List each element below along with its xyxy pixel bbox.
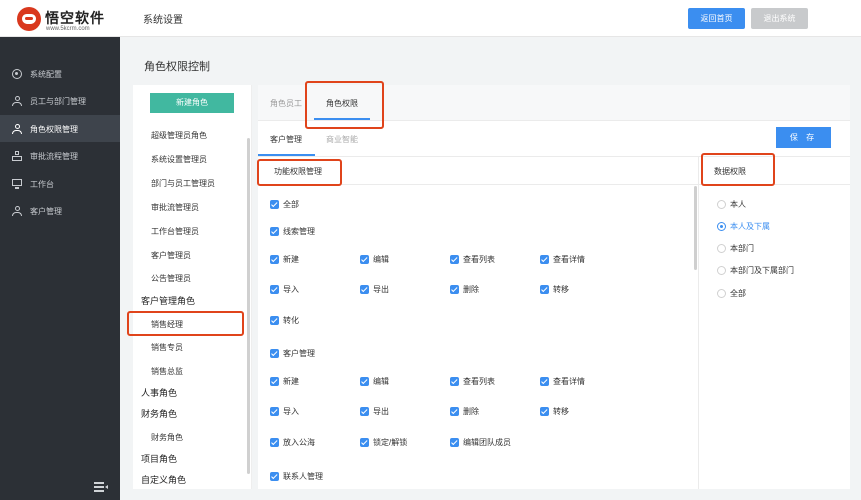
function-list-scrollbar[interactable] <box>694 186 697 270</box>
highlight-frame-function-permission <box>257 159 342 186</box>
role-item[interactable]: 超级管理员角色 <box>151 130 207 141</box>
sidebar-item-label: 系统配置 <box>30 69 62 80</box>
active-inner-tab-indicator <box>258 154 315 156</box>
logo: 悟空软件 www.5kcrm.com <box>17 7 112 33</box>
tab-business-intelligence[interactable]: 商业智能 <box>326 134 358 145</box>
role-group-title: 客户管理角色 <box>141 294 195 307</box>
role-group-title: 自定义角色 <box>141 473 186 486</box>
checkbox-checked-icon <box>270 285 279 294</box>
highlight-frame-role-permission-tab <box>305 81 384 129</box>
radio-selected-icon <box>717 222 726 231</box>
save-button[interactable]: 保 存 <box>776 127 831 148</box>
checkbox-checked-icon <box>360 407 369 416</box>
checkbox-checked-icon <box>270 349 279 358</box>
role-item[interactable]: 销售专员 <box>151 342 183 353</box>
user-icon <box>12 206 22 216</box>
sidebar-item-approval-flow[interactable]: 审批流程管理 <box>0 142 120 169</box>
checkbox-checked-icon <box>270 377 279 386</box>
role-item[interactable]: 工作台管理员 <box>151 226 199 237</box>
role-item[interactable]: 销售总监 <box>151 366 183 377</box>
checkbox-checked-icon <box>270 472 279 481</box>
role-item[interactable]: 系统设置管理员 <box>151 154 207 165</box>
exit-system-button[interactable]: 退出系统 <box>751 8 808 29</box>
gear-icon <box>12 69 22 79</box>
tab-customer-management[interactable]: 客户管理 <box>270 134 302 145</box>
new-role-button[interactable]: 新建角色 <box>150 93 234 113</box>
sidebar-item-label: 角色权限管理 <box>30 124 78 135</box>
checkbox-checked-icon <box>540 377 549 386</box>
checkbox-checked-icon <box>270 407 279 416</box>
sidebar-item-workbench[interactable]: 工作台 <box>0 170 120 197</box>
checkbox-checked-icon <box>540 407 549 416</box>
role-list-scrollbar[interactable] <box>247 138 250 474</box>
checkbox-checked-icon <box>360 438 369 447</box>
role-group-title: 人事角色 <box>141 386 177 399</box>
role-list-panel <box>133 85 252 489</box>
radio-icon <box>717 266 726 275</box>
page-title: 角色权限控制 <box>144 58 210 74</box>
role-group-title: 财务角色 <box>141 407 177 420</box>
checkbox-checked-icon <box>270 316 279 325</box>
role-group-title: 项目角色 <box>141 452 177 465</box>
monkey-logo-icon <box>17 7 41 31</box>
logo-site: www.5kcrm.com <box>46 26 90 32</box>
sidebar-item-label: 工作台 <box>30 179 54 190</box>
sidebar-item-staff-dept[interactable]: 员工与部门管理 <box>0 87 120 114</box>
role-item[interactable]: 部门与员工管理员 <box>151 178 215 189</box>
checkbox-checked-icon <box>360 255 369 264</box>
checkbox-checked-icon <box>270 227 279 236</box>
role-item[interactable]: 公告管理员 <box>151 273 191 284</box>
checkbox-checked-icon <box>270 438 279 447</box>
sidebar-item-label: 员工与部门管理 <box>30 96 86 107</box>
back-home-button[interactable]: 返回首页 <box>688 8 745 29</box>
radio-icon <box>717 200 726 209</box>
checkbox-checked-icon <box>270 200 279 209</box>
checkbox-checked-icon <box>450 285 459 294</box>
checkbox-checked-icon <box>450 377 459 386</box>
sidebar-item-customer[interactable]: 客户管理 <box>0 197 120 224</box>
role-item[interactable]: 审批流管理员 <box>151 202 199 213</box>
tab-role-staff[interactable]: 角色员工 <box>270 98 302 109</box>
sidebar: 系统配置 员工与部门管理 角色权限管理 审批流程管理 工作台 客户管理 <box>0 37 120 500</box>
header-title: 系统设置 <box>143 11 183 26</box>
highlight-frame-data-permission <box>701 153 775 186</box>
checkbox-checked-icon <box>450 255 459 264</box>
sidebar-item-label: 审批流程管理 <box>30 151 78 162</box>
sidebar-item-label: 客户管理 <box>30 206 62 217</box>
checkbox-checked-icon <box>360 377 369 386</box>
flow-icon <box>12 151 22 161</box>
user-icon <box>12 124 22 134</box>
checkbox-checked-icon <box>450 438 459 447</box>
checkbox-checked-icon <box>540 285 549 294</box>
role-item[interactable]: 财务角色 <box>151 432 183 443</box>
panel-divider <box>698 185 699 489</box>
sidebar-item-role-permission[interactable]: 角色权限管理 <box>0 115 120 142</box>
collapse-menu-icon[interactable] <box>94 482 108 492</box>
user-icon <box>12 96 22 106</box>
logo-name: 悟空软件 <box>45 8 105 28</box>
radio-icon <box>717 289 726 298</box>
monitor-icon <box>12 179 22 189</box>
checkbox-checked-icon <box>450 407 459 416</box>
highlight-frame-sales-manager <box>127 311 244 336</box>
role-item[interactable]: 客户管理员 <box>151 250 191 261</box>
checkbox-checked-icon <box>360 285 369 294</box>
checkbox-checked-icon <box>540 255 549 264</box>
sidebar-item-system-config[interactable]: 系统配置 <box>0 60 120 87</box>
radio-icon <box>717 244 726 253</box>
checkbox-checked-icon <box>270 255 279 264</box>
